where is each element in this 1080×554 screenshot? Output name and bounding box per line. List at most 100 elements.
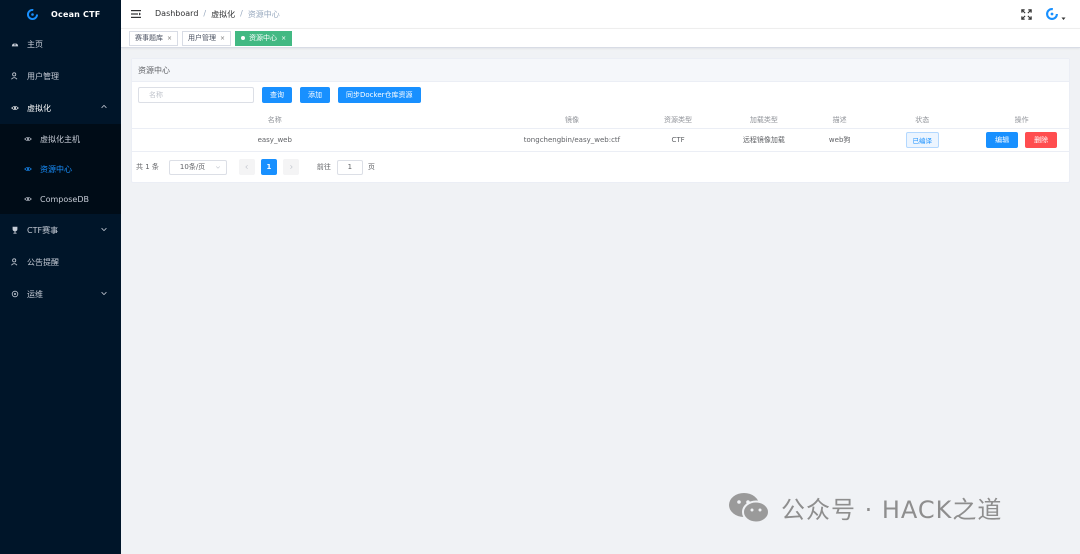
sidebar-item-label: 主页 [27,39,43,49]
user-icon [11,258,19,266]
resource-table: 名称 镜像 资源类型 加载类型 描述 状态 操作 easy_web tongch… [132,111,1069,152]
logo[interactable]: Ocean CTF [0,0,121,28]
settings-icon [11,290,19,298]
sidebar-item-resource-center[interactable]: 资源中心 [0,154,121,184]
chevron-up-icon [101,104,107,109]
column-header: 名称 [267,115,282,124]
wechat-icon [729,492,770,523]
page-size-value: 10条/页 [179,163,206,171]
caret-down-icon [1061,17,1066,20]
breadcrumb: Dashboard / 虚拟化 / 资源中心 [155,9,280,20]
name-search-input[interactable]: 名称 [138,87,254,103]
sidebar-item-ctf[interactable]: CTF赛事 [0,214,121,246]
goto-label: 前往 [316,163,331,171]
sidebar-item-home[interactable]: 主页 [0,28,121,60]
eye-icon [24,195,32,203]
pagination-total: 共 1 条 [136,163,159,171]
page-number-current[interactable]: 1 [260,159,277,175]
sidebar-item-label: CTF赛事 [27,225,59,235]
card-title: 资源中心 [132,59,1069,82]
cell-description: web狗 [828,136,851,144]
cell-load-type: 远程镜像加载 [742,136,785,144]
tag-label: 赛事题库 [135,34,163,42]
sidebar-item-announcements[interactable]: 公告提醒 [0,246,121,278]
cell-name: easy_web [257,136,292,144]
eye-icon [24,165,32,173]
breadcrumb-separator: / [240,8,243,18]
sidebar-item-label: 资源中心 [40,164,72,174]
watermark: 公众号 · HACK之道 [727,490,1002,525]
resource-card: 资源中心 名称 查询 添加 同步Docker仓库资源 名称 镜像 资源类型 加载… [131,58,1070,183]
chevron-right-icon [290,164,293,170]
sidebar-item-ops[interactable]: 运维 [0,278,121,310]
tag-label: 资源中心 [249,34,278,42]
chevron-down-icon [215,166,220,169]
page-size-select[interactable]: 10条/页 [168,159,227,175]
tag-item[interactable]: 赛事题库 × [129,30,179,46]
prev-page-button[interactable] [238,159,255,175]
eye-icon [24,135,32,143]
fullscreen-icon[interactable] [1021,8,1032,20]
edit-button[interactable]: 编辑 [986,132,1019,148]
sidebar-item-users[interactable]: 用户管理 [0,60,121,92]
eye-icon [11,104,19,112]
goto-page-input[interactable]: 1 [336,159,363,175]
avatar [1046,8,1058,20]
logo-icon [26,8,39,20]
tags-view: 赛事题库 × 用户管理 × 资源中心 × [121,28,1080,48]
delete-button[interactable]: 删除 [1025,132,1058,148]
user-icon [11,72,19,80]
column-header: 加载类型 [749,115,778,124]
app-title: Ocean CTF [51,9,101,19]
close-icon[interactable]: × [220,35,225,42]
breadcrumb-virtualization[interactable]: 虚拟化 [211,9,235,20]
virtualization-submenu: 虚拟化主机 资源中心 ComposeDB [0,124,121,214]
query-button[interactable]: 查询 [262,87,292,103]
status-badge: 已编译 [905,132,940,148]
add-button[interactable]: 添加 [300,87,330,103]
chevron-down-icon [101,291,107,296]
column-header: 镜像 [564,115,579,124]
pagination: 共 1 条 10条/页 1 前往 1 页 [136,159,375,175]
tag-item[interactable]: 用户管理 × [182,30,232,46]
sidebar-item-label: 用户管理 [27,71,59,81]
table-header: 名称 镜像 资源类型 加载类型 描述 状态 操作 [132,111,1069,128]
watermark-text: 公众号 · HACK之道 [781,496,1003,524]
sidebar: Ocean CTF 主页 用户管理 虚拟化 虚拟化主机 资源中心 Compose… [0,0,121,554]
user-avatar-dropdown[interactable] [1045,7,1066,21]
sidebar-item-virtual-hosts[interactable]: 虚拟化主机 [0,124,121,154]
sidebar-item-label: 虚拟化 [27,103,51,113]
dashboard-icon [11,40,19,48]
close-icon[interactable]: × [167,35,172,42]
sidebar-item-label: 运维 [27,289,43,299]
cell-resource-type: CTF [671,136,685,144]
chevron-left-icon [245,164,248,170]
tag-label: 用户管理 [188,34,217,42]
sidebar-item-composedb[interactable]: ComposeDB [0,184,121,214]
close-icon[interactable]: × [281,35,286,42]
filter-toolbar: 名称 查询 添加 同步Docker仓库资源 [138,87,421,103]
sync-docker-button[interactable]: 同步Docker仓库资源 [338,87,421,103]
page-unit-label: 页 [367,163,375,171]
table-row[interactable]: easy_web tongchengbin/easy_web:ctf CTF 远… [132,128,1069,152]
active-dot-icon [241,36,246,40]
cell-status: 已编译 [870,132,974,148]
sidebar-item-label: 公告提醒 [27,257,59,267]
column-header: 操作 [1014,115,1029,124]
navbar: Dashboard / 虚拟化 / 资源中心 [121,0,1080,28]
column-header: 资源类型 [664,115,693,124]
tag-item-active[interactable]: 资源中心 × [235,30,293,46]
next-page-button[interactable] [282,159,299,175]
breadcrumb-dashboard[interactable]: Dashboard [155,9,198,20]
trophy-icon [11,226,19,234]
hamburger-icon[interactable] [131,9,141,19]
header-actions [1021,7,1066,21]
breadcrumb-separator: / [203,8,207,18]
breadcrumb-current: 资源中心 [247,9,280,19]
sidebar-item-label: ComposeDB [40,194,89,204]
chevron-down-icon [101,227,107,232]
column-header: 描述 [832,115,847,124]
sidebar-item-virtualization[interactable]: 虚拟化 [0,92,121,124]
column-header: 状态 [915,115,930,124]
sidebar-item-label: 虚拟化主机 [40,134,80,144]
